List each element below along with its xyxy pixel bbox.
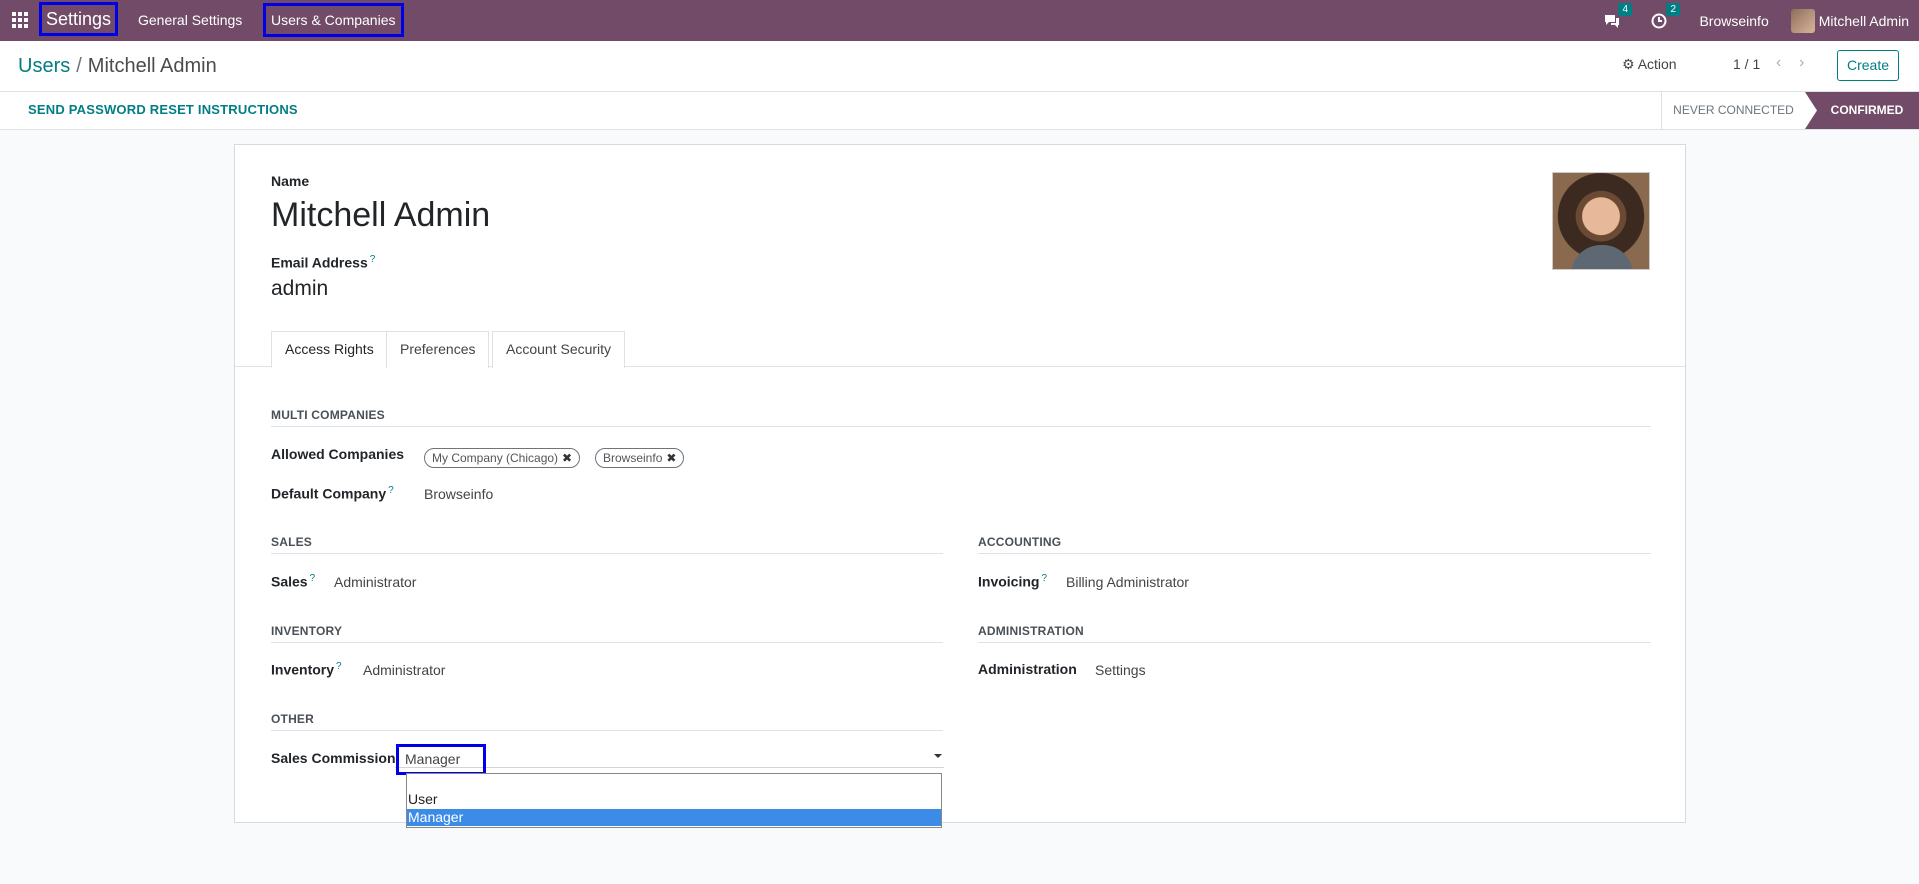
default-company-field[interactable]: Browseinfo	[424, 486, 493, 502]
send-password-reset-button[interactable]: SEND PASSWORD RESET INSTRUCTIONS	[28, 102, 298, 117]
inventory-label-text: Inventory	[271, 661, 335, 678]
section-accounting: ACCOUNTING	[978, 535, 1062, 549]
menu-general-settings[interactable]: General Settings	[138, 3, 242, 37]
chevron-right-icon[interactable]: ›	[1799, 54, 1804, 72]
chevron-left-icon[interactable]: ‹	[1776, 54, 1781, 72]
breadcrumb-separator: /	[76, 55, 82, 77]
status-confirmed[interactable]: CONFIRMED	[1805, 92, 1919, 129]
action-menu-button[interactable]: ⚙ Action	[1622, 56, 1677, 73]
sales-field[interactable]: Administrator	[334, 574, 416, 590]
notebook-tabs: Access Rights Preferences Account Securi…	[235, 331, 1685, 368]
invoicing-label-text: Invoicing	[978, 573, 1040, 590]
divider	[271, 642, 943, 643]
breadcrumb-current: Mitchell Admin	[87, 55, 217, 77]
email-field[interactable]: admin	[271, 276, 328, 302]
breadcrumb: Users / Mitchell Admin	[18, 54, 217, 78]
close-icon[interactable]: ✖	[562, 451, 572, 465]
action-label: Action	[1637, 56, 1677, 72]
form-sheet: Name Mitchell Admin Email Address? admin…	[234, 144, 1686, 823]
form-statusbar: SEND PASSWORD RESET INSTRUCTIONS NEVER C…	[0, 92, 1919, 130]
name-field[interactable]: Mitchell Admin	[271, 195, 490, 235]
company-switcher[interactable]: Browseinfo	[1699, 13, 1768, 29]
tab-access-rights[interactable]: Access Rights	[271, 331, 388, 368]
help-icon[interactable]: ?	[310, 573, 316, 584]
inventory-field[interactable]: Administrator	[363, 662, 445, 678]
clock-icon	[1651, 13, 1667, 28]
email-label-text: Email Address	[271, 254, 368, 271]
status-never-connected[interactable]: NEVER CONNECTED	[1661, 92, 1805, 129]
divider	[978, 553, 1651, 554]
control-panel: Users / Mitchell Admin ⚙ Action 1 / 1 ‹ › …	[0, 41, 1919, 92]
close-icon[interactable]: ✖	[666, 451, 676, 465]
default-company-label-text: Default Company	[271, 485, 387, 502]
divider	[271, 730, 943, 731]
caret-down-icon[interactable]	[934, 754, 942, 758]
section-other: OTHER	[271, 712, 314, 726]
sales-label: Sales?	[271, 573, 315, 590]
option-empty[interactable]	[407, 774, 941, 791]
help-icon[interactable]: ?	[1041, 573, 1047, 584]
help-icon[interactable]: ?	[388, 485, 394, 496]
option-user[interactable]: User	[407, 791, 941, 808]
app-brand-settings[interactable]: Settings	[39, 2, 119, 36]
divider	[271, 553, 943, 554]
tab-preferences[interactable]: Preferences	[386, 331, 490, 368]
top-navbar: Settings General Settings Users & Compan…	[0, 0, 1919, 41]
administration-field[interactable]: Settings	[1095, 662, 1146, 678]
email-label: Email Address?	[271, 254, 375, 271]
divider	[271, 426, 1651, 427]
divider	[978, 642, 1651, 643]
messages-badge: 4	[1618, 2, 1633, 16]
company-tag-label: My Company (Chicago)	[432, 451, 559, 465]
help-icon[interactable]: ?	[370, 254, 376, 265]
inventory-label: Inventory?	[271, 661, 342, 678]
name-label: Name	[271, 173, 310, 189]
company-tag[interactable]: My Company (Chicago) ✖	[424, 448, 581, 468]
company-tag[interactable]: Browseinfo ✖	[595, 448, 685, 468]
sales-label-text: Sales	[271, 573, 308, 590]
section-multi-companies: MULTI COMPANIES	[271, 408, 385, 422]
pager-value[interactable]: 1 / 1	[1733, 56, 1760, 72]
invoicing-field[interactable]: Billing Administrator	[1066, 574, 1189, 590]
tab-account-security[interactable]: Account Security	[492, 331, 626, 368]
user-name: Mitchell Admin	[1818, 12, 1909, 29]
company-tag-label: Browseinfo	[603, 451, 663, 465]
activities-tray[interactable]: 2	[1651, 2, 1681, 29]
apps-grid-icon[interactable]	[12, 12, 28, 28]
create-button[interactable]: Create	[1837, 50, 1900, 81]
option-manager[interactable]: Manager	[407, 809, 941, 826]
help-icon[interactable]: ?	[336, 661, 342, 672]
messages-tray[interactable]: 4	[1603, 2, 1633, 29]
gear-icon: ⚙	[1622, 56, 1635, 72]
user-avatar	[1790, 8, 1815, 33]
user-menu[interactable]: Mitchell Admin	[1790, 8, 1909, 33]
sales-commission-dropdown: User Manager	[406, 773, 942, 828]
section-inventory: INVENTORY	[271, 624, 343, 638]
administration-label: Administration	[978, 661, 1077, 677]
activities-badge: 2	[1666, 2, 1681, 16]
sales-commission-value[interactable]: Manager	[396, 744, 486, 775]
systray: 4 2 Browseinfo Mitchell Admin	[1585, 0, 1919, 41]
menu-users-companies[interactable]: Users & Companies	[263, 3, 404, 37]
invoicing-label: Invoicing?	[978, 573, 1047, 590]
default-company-label: Default Company?	[271, 485, 394, 502]
allowed-companies-label: Allowed Companies	[271, 446, 405, 462]
breadcrumb-users-link[interactable]: Users	[18, 55, 70, 77]
user-photo[interactable]	[1552, 172, 1650, 270]
sales-commission-label: Sales Commission	[271, 750, 396, 766]
section-administration: ADMINISTRATION	[978, 624, 1084, 638]
section-sales: SALES	[271, 535, 313, 549]
